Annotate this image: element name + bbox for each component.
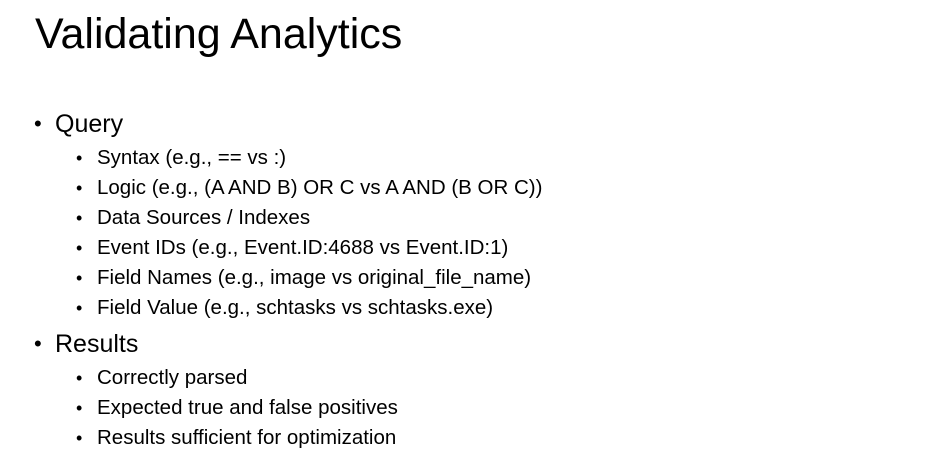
bullet-icon: •: [76, 148, 83, 168]
sub-list: • Correctly parsed • Expected true and f…: [55, 363, 542, 453]
list-item: • Correctly parsed: [76, 363, 542, 393]
list-item-text: Logic (e.g., (A AND B) OR C vs A AND (B …: [97, 176, 543, 199]
bullet-icon: •: [76, 298, 83, 318]
list-item-text: Correctly parsed: [97, 366, 248, 389]
section-label: Query: [55, 110, 124, 138]
list-item-text: Field Names (e.g., image vs original_fil…: [97, 266, 532, 289]
list-item: • Expected true and false positives: [76, 393, 542, 423]
sub-list: • Syntax (e.g., == vs :) • Logic (e.g., …: [55, 143, 542, 323]
list-item: • Syntax (e.g., == vs :): [76, 143, 542, 173]
list-item: • Field Value (e.g., schtasks vs schtask…: [76, 293, 542, 323]
list-item-text: Syntax (e.g., == vs :): [97, 146, 287, 169]
list-item: • Event IDs (e.g., Event.ID:4688 vs Even…: [76, 233, 542, 263]
bullet-icon: •: [76, 208, 83, 228]
bullet-icon: •: [76, 238, 83, 258]
list-item-text: Data Sources / Indexes: [97, 206, 311, 229]
section-results: • Results • Correctly parsed • Expected …: [34, 327, 542, 453]
slide-title: Validating Analytics: [35, 10, 403, 58]
list-item-text: Event IDs (e.g., Event.ID:4688 vs Event.…: [97, 236, 509, 259]
list-item-text: Results sufficient for optimization: [97, 426, 397, 449]
list-item: • Results sufficient for optimization: [76, 423, 542, 453]
list-item: • Field Names (e.g., image vs original_f…: [76, 263, 542, 293]
list-item: • Logic (e.g., (A AND B) OR C vs A AND (…: [76, 173, 542, 203]
list-item-text: Field Value (e.g., schtasks vs schtasks.…: [97, 296, 494, 319]
list-item-text: Expected true and false positives: [97, 396, 398, 419]
slide: Validating Analytics • Query • Syntax (e…: [0, 0, 931, 469]
bullet-icon: •: [76, 178, 83, 198]
section-label: Results: [55, 330, 139, 358]
bullet-icon: •: [34, 331, 42, 356]
bullet-list: • Query • Syntax (e.g., == vs :) • Logic…: [34, 107, 542, 457]
bullet-icon: •: [76, 428, 83, 448]
list-item: • Data Sources / Indexes: [76, 203, 542, 233]
section-query: • Query • Syntax (e.g., == vs :) • Logic…: [34, 107, 542, 323]
bullet-icon: •: [34, 111, 42, 136]
bullet-icon: •: [76, 398, 83, 418]
bullet-icon: •: [76, 268, 83, 288]
bullet-icon: •: [76, 368, 83, 388]
